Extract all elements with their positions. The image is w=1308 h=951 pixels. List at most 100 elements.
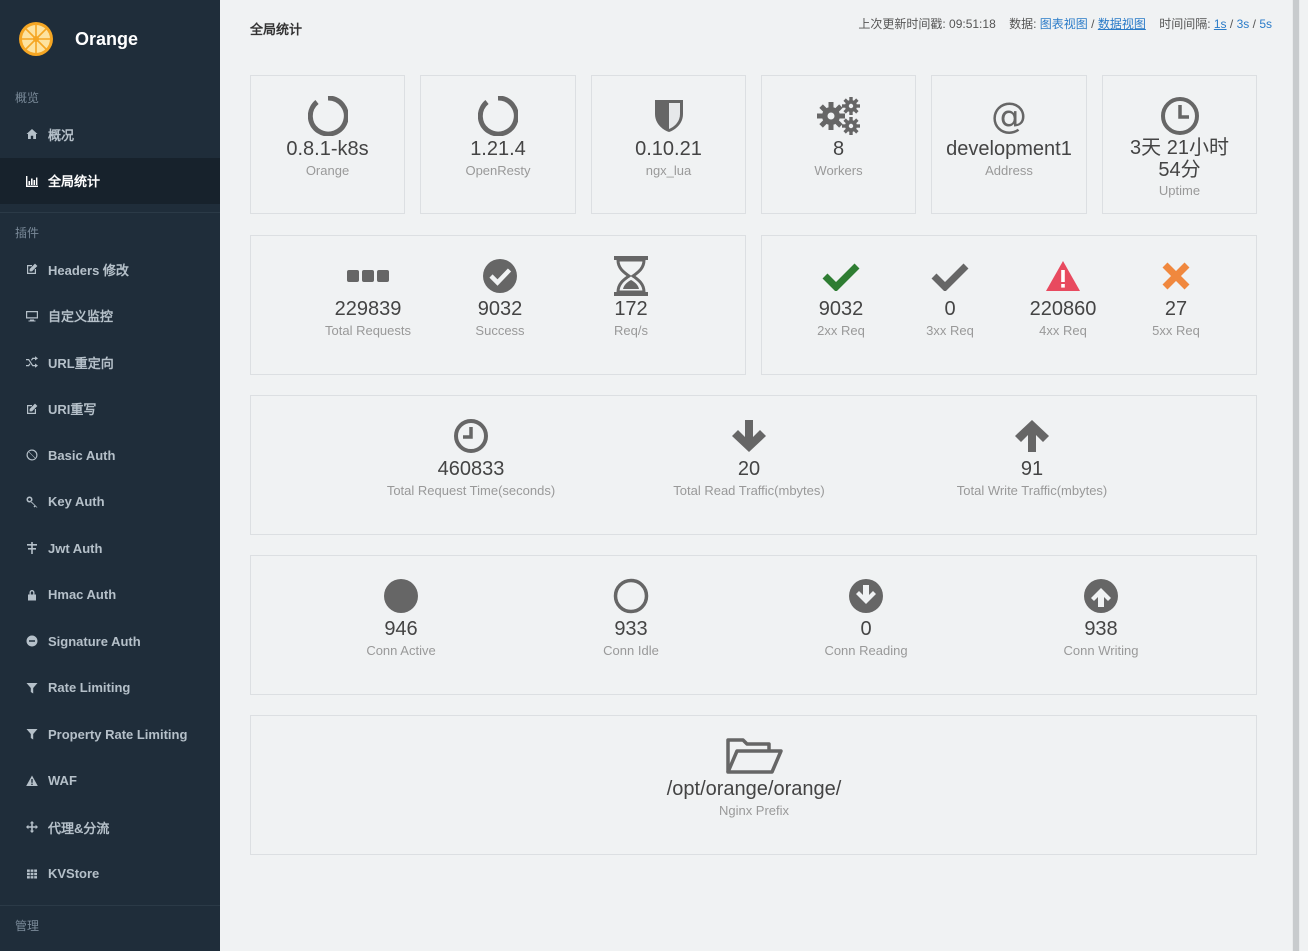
stat-value: 9032	[477, 298, 523, 320]
orange-logo	[19, 22, 53, 56]
stat: 938 Conn Writing	[1041, 576, 1161, 660]
sidebar-item-kvstore[interactable]: KVStore	[0, 851, 220, 898]
edit-icon	[25, 402, 39, 416]
stat-label: Conn Writing	[1063, 643, 1139, 658]
sidebar-item-signature-auth[interactable]: Signature Auth	[0, 618, 220, 665]
sidebar-item-label: Key Auth	[48, 494, 105, 510]
info-card-ngx-lua: 0.10.21 ngx_lua	[591, 75, 746, 214]
arrows-icon	[25, 820, 39, 834]
sidebar-item-label: Rate Limiting	[48, 680, 131, 696]
sidebar-item-label: Headers 修改	[48, 262, 129, 278]
stat-label: 2xx Req	[817, 323, 865, 338]
shuffle-icon	[25, 355, 39, 369]
sidebar-item-global-stats[interactable]: 全局统计	[0, 157, 220, 204]
sidebar-item-key-auth[interactable]: Key Auth	[0, 479, 220, 526]
section-overview: 概览	[15, 91, 40, 105]
interval-5s-link[interactable]: 5s	[1259, 17, 1272, 31]
stat-label: 3xx Req	[926, 323, 974, 338]
stat-label: Total Requests	[325, 323, 411, 338]
filter-icon	[25, 727, 39, 741]
clock-icon	[1160, 96, 1200, 136]
stat: 220860 4xx Req	[1023, 256, 1103, 340]
sidebar-item-overview[interactable]: 概况	[0, 111, 220, 158]
filter-icon	[25, 681, 39, 695]
grid-icon	[25, 867, 39, 881]
stat-value: 938	[1084, 618, 1118, 640]
interval-1s-link[interactable]: 1s	[1214, 17, 1227, 31]
stat: 0 3xx Req	[910, 256, 990, 340]
at-icon: @	[990, 96, 1028, 136]
divider	[0, 905, 220, 906]
section-plugins: 插件	[15, 226, 40, 240]
requests-panel: 229839 Total Requests 9032 Success 172 R…	[250, 235, 746, 375]
traffic-panel: 460833 Total Request Time(seconds) 20 To…	[250, 395, 1257, 535]
stat-value: development1	[946, 138, 1072, 160]
key-icon	[25, 495, 39, 509]
stat-label: Uptime	[1158, 183, 1201, 198]
stat-value: 27	[1164, 298, 1188, 320]
stat: 20 Total Read Traffic(mbytes)	[634, 416, 864, 500]
interval-3s-link[interactable]: 3s	[1237, 17, 1250, 31]
minus-circle-icon	[25, 634, 39, 648]
sidebar-item-custom-monitor[interactable]: 自定义监控	[0, 293, 220, 340]
stat: 229839 Total Requests	[313, 256, 423, 340]
sidebar-item-property-rate-limiting[interactable]: Property Rate Limiting	[0, 711, 220, 758]
sidebar-item-uri-rewrite[interactable]: URI重写	[0, 386, 220, 433]
ban-icon	[25, 448, 39, 462]
scrollbar[interactable]	[1292, 0, 1300, 951]
stat-label: OpenResty	[465, 163, 531, 178]
refresh-toolbar: 上次更新时间戳: 09:51:18 数据: 图表视图 / 数据视图 时间间隔: …	[858, 15, 1272, 32]
chart-view-link[interactable]: 图表视图	[1040, 17, 1088, 31]
sidebar-item-label: Hmac Auth	[48, 587, 117, 603]
info-card-workers: 8 Workers	[761, 75, 916, 214]
sidebar-item-url-redirect[interactable]: URL重定向	[0, 339, 220, 386]
stat-value: 220860	[1029, 298, 1097, 320]
folder-open-icon	[725, 736, 783, 776]
page-title: 全局统计	[250, 22, 303, 37]
arrow-circle-up-icon	[1083, 576, 1119, 616]
last-update-value: 09:51:18	[949, 17, 996, 31]
brand[interactable]: Orange	[0, 0, 220, 78]
check-circle-icon	[482, 256, 518, 296]
stat-label: Conn Reading	[824, 643, 908, 658]
info-card-orange: 0.8.1-k8s Orange	[250, 75, 405, 214]
check-icon	[822, 256, 860, 296]
stat-label: Conn Idle	[603, 643, 659, 658]
shield-icon	[653, 96, 685, 136]
stat-value: 460833	[437, 458, 505, 480]
stat-value: 0	[944, 298, 956, 320]
home-icon	[25, 127, 39, 141]
sidebar-item-rate-limiting[interactable]: Rate Limiting	[0, 665, 220, 712]
stat-value: 8	[832, 138, 845, 160]
stat: @ development1 Address	[932, 96, 1086, 180]
stat-label: Total Request Time(seconds)	[386, 483, 556, 498]
sliders-icon	[25, 541, 39, 555]
section-manage: 管理	[15, 919, 40, 933]
stat-value: 91	[1020, 458, 1044, 480]
stat-label: 4xx Req	[1039, 323, 1087, 338]
hourglass-icon	[614, 256, 648, 296]
info-card-address: @ development1 Address	[931, 75, 1087, 214]
sidebar-item-jwt-auth[interactable]: Jwt Auth	[0, 525, 220, 572]
warning-icon	[1045, 256, 1081, 296]
data-view-link[interactable]: 数据视图	[1098, 17, 1146, 31]
scrollbar-thumb[interactable]	[1293, 0, 1299, 951]
arrow-circle-down-icon	[848, 576, 884, 616]
sidebar-item-waf[interactable]: WAF	[0, 758, 220, 805]
stat-label: Total Write Traffic(mbytes)	[956, 483, 1108, 498]
separator: /	[1229, 17, 1234, 31]
sidebar-item-basic-auth[interactable]: Basic Auth	[0, 432, 220, 479]
interval-label: 时间间隔:	[1159, 17, 1211, 31]
filled-circle-icon	[383, 576, 419, 616]
stat-label: Orange	[305, 163, 350, 178]
arrow-up-icon	[1014, 416, 1050, 456]
lock-icon	[25, 588, 39, 602]
info-card-openresty: 1.21.4 OpenResty	[420, 75, 576, 214]
sidebar-item-hmac-auth[interactable]: Hmac Auth	[0, 572, 220, 619]
sidebar-item-headers[interactable]: Headers 修改	[0, 246, 220, 293]
stat: 460833 Total Request Time(seconds)	[356, 416, 586, 500]
status-codes-panel: 9032 2xx Req 0 3xx Req 220860 4xx Req 27…	[761, 235, 1257, 375]
sidebar-item-label: WAF	[48, 773, 77, 789]
sidebar-item-proxy-divide[interactable]: 代理&分流	[0, 804, 220, 851]
stat: /opt/orange/orange/ Nginx Prefix	[604, 736, 904, 820]
